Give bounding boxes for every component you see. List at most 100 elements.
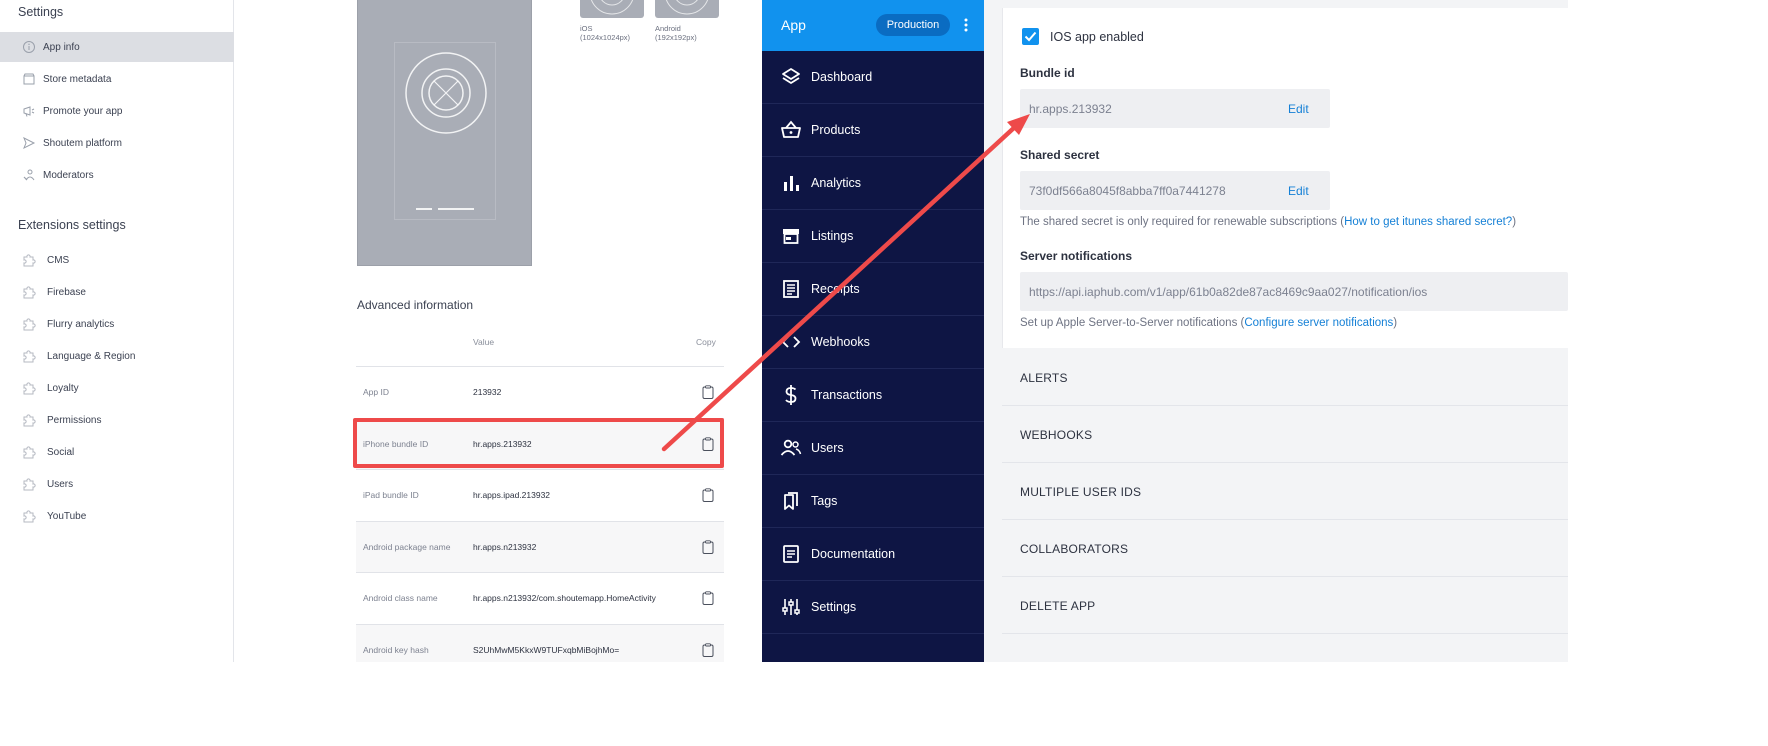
section-title: DELETE APP [1020,599,1096,613]
nav-item-label: Receipts [811,282,860,296]
configure-notifications-link[interactable]: Configure server notifications [1244,317,1393,329]
extension-item-permissions[interactable]: Permissions [0,405,234,435]
extension-item-users[interactable]: Users [0,469,234,499]
table-row: iPad bundle ID hr.apps.ipad.213932 [356,469,724,521]
nav-item-users[interactable]: Users [762,422,984,475]
megaphone-icon [21,103,37,119]
extension-item-label: Users [47,478,74,490]
section-delete-app[interactable]: DELETE APP [1002,577,1568,634]
nav-item-label: Settings [811,600,857,614]
row-value: 213932 [473,387,502,398]
value-column-header: Value [473,337,495,347]
extension-item-label: Social [47,446,75,458]
shared-secret-help: The shared secret is only required for r… [1020,216,1517,228]
puzzle-icon [21,380,37,396]
nav-item-transactions[interactable]: Transactions [762,369,984,422]
bundle-id-edit-button[interactable]: Edit [1288,102,1309,116]
copy-column-header: Copy [696,337,716,347]
copy-icon[interactable] [702,488,714,503]
row-key: App ID [363,387,389,398]
extension-item-social[interactable]: Social [0,437,234,467]
copy-icon[interactable] [702,643,714,657]
nav-item-tags[interactable]: Tags [762,475,984,528]
row-key: Android package name [363,541,451,552]
nav-item-receipts[interactable]: Receipts [762,263,984,316]
copy-icon[interactable] [702,385,714,400]
section-title: WEBHOOKS [1020,428,1093,442]
splash-screen-preview[interactable] [357,0,532,266]
nav-item-settings[interactable]: Settings [762,581,984,634]
storefront-icon [780,225,802,247]
app-name[interactable]: App [781,17,806,33]
extension-item-label: Permissions [47,414,102,426]
ios-enabled-checkbox[interactable] [1022,28,1039,45]
extension-item-firebase[interactable]: Firebase [0,277,234,307]
top-strip [1002,0,1568,8]
nav-item-dashboard[interactable]: Dashboard [762,51,984,104]
shared-secret-edit-button[interactable]: Edit [1288,184,1309,198]
server-notifications-label: Server notifications [1020,249,1133,263]
more-options-icon[interactable] [962,17,970,33]
app-navigation: App Production Dashboard Products Analyt… [762,0,984,662]
settings-item-app-info[interactable]: App info [0,32,234,62]
nav-item-analytics[interactable]: Analytics [762,157,984,210]
annotation-highlight-box [353,418,724,468]
section-webhooks[interactable]: WEBHOOKS [1002,406,1568,463]
ios-enabled-label: IOS app enabled [1050,30,1144,44]
checkmark-icon [1024,31,1037,42]
section-title: COLLABORATORS [1020,542,1129,556]
ios-icon-thumbnail[interactable] [580,0,644,18]
advanced-info-title: Advanced information [357,298,474,312]
settings-item-shoutem-platform[interactable]: Shoutem platform [0,128,234,158]
copy-icon[interactable] [702,591,714,606]
nav-item-webhooks[interactable]: Webhooks [762,316,984,369]
settings-item-promote[interactable]: Promote your app [0,96,234,126]
nav-item-label: Listings [811,229,854,243]
extension-item-loyalty[interactable]: Loyalty [0,373,234,403]
nav-item-products[interactable]: Products [762,104,984,157]
section-alerts[interactable]: ALERTS [1002,349,1568,406]
settings-item-moderators[interactable]: Moderators [0,160,234,190]
android-icon-thumbnail[interactable] [655,0,719,18]
nav-item-label: Webhooks [811,335,870,349]
environment-badge[interactable]: Production [876,14,950,36]
bookmarks-icon [780,490,802,512]
extension-item-flurry[interactable]: Flurry analytics [0,309,234,339]
nav-item-label: Products [811,123,861,137]
server-notifications-url-field[interactable]: https://api.iaphub.com/v1/app/61b0a82de8… [1020,272,1568,311]
nav-item-listings[interactable]: Listings [762,210,984,263]
section-multiple-user-ids[interactable]: MULTIPLE USER IDS [1002,463,1568,520]
pager-dot-active [438,208,474,210]
extension-item-label: Loyalty [47,382,79,394]
bundle-id-value: hr.apps.213932 [1029,101,1112,116]
nav-item-documentation[interactable]: Documentation [762,528,984,581]
section-collaborators[interactable]: COLLABORATORS [1002,520,1568,577]
document-icon [780,543,802,565]
copy-icon[interactable] [702,540,714,554]
itunes-secret-help-link[interactable]: How to get itunes shared secret? [1344,216,1512,228]
settings-item-store-metadata[interactable]: Store metadata [0,64,234,94]
row-value: hr.apps.n213932/com.shoutemapp.HomeActiv… [473,593,656,604]
nav-item-label: Documentation [811,547,896,561]
extension-item-youtube[interactable]: YouTube [0,501,234,531]
extension-item-label: Flurry analytics [47,318,115,330]
extension-item-language-region[interactable]: Language & Region [0,341,234,371]
table-row: Android package name hr.apps.n213932 [356,520,724,572]
table-row: App ID 213932 [356,366,724,418]
puzzle-icon [21,348,37,364]
paper-plane-icon [21,135,37,151]
settings-item-label: Store metadata [43,73,112,85]
table-row: Android key hash S2UhMwM5KkxW9TUFxqbMiBo… [356,623,724,662]
extension-item-label: YouTube [47,510,87,522]
basket-icon [780,119,802,141]
advanced-info-table: App ID 213932 iPhone bundle ID hr.apps.2… [356,366,724,662]
nav-footer [762,636,984,662]
android-icon-label: Android (192x192px) [655,24,697,42]
code-icon [780,331,802,353]
ios-icon-label: iOS (1024x1024px) [580,24,631,42]
extension-item-cms[interactable]: CMS [0,245,234,275]
bundle-id-field[interactable]: hr.apps.213932 Edit [1020,89,1330,128]
shared-secret-field[interactable]: 73f0df566a8045f8abba7ff0a7441278 Edit [1020,171,1330,210]
server-notifications-help: Set up Apple Server-to-Server notificati… [1020,317,1398,329]
bundle-id-label: Bundle id [1020,66,1075,80]
